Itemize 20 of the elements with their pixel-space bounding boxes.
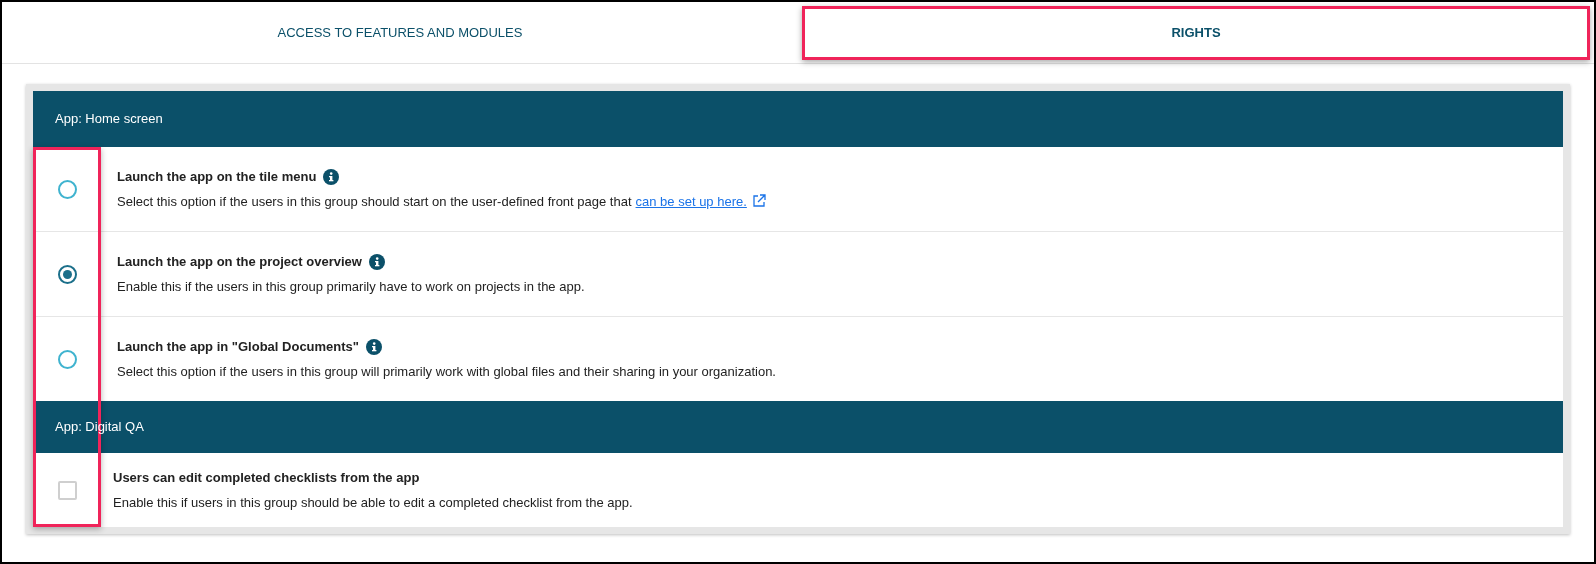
option-title: Launch the app on the project overview [117,253,362,271]
radio-button[interactable] [57,179,77,199]
option-title: Launch the app in "Global Documents" [117,338,359,356]
checkbox[interactable] [57,480,77,500]
info-icon[interactable] [368,253,385,270]
option-description: Select this option if the users in this group will primarily work with global files and their sharing in your organization. [117,362,776,381]
option-description: Enable this if the users in this group primarily have to work on projects in the app. [117,277,585,296]
option-title: Launch the app on the tile menu [117,168,317,186]
tab[interactable]: ACCESS TO FEATURES AND MODULES [6,5,794,60]
section-title: App: Home screen [55,110,163,129]
option-description: Enable this if users in this group should be able to edit a completed checklist from the app. [113,493,633,512]
tab[interactable]: RIGHTS [802,5,1590,60]
info-icon[interactable] [366,338,382,355]
external-link-icon[interactable] [751,194,766,209]
option-description: Select this option if the users in this group should start on the user-defined front page that [117,192,632,211]
setup-link[interactable]: can be set up here. [635,191,747,211]
option-title: Users can edit completed checklists from the app [113,469,420,487]
info-icon[interactable] [323,168,340,185]
radio-button[interactable] [57,349,77,369]
radio-button[interactable] [57,264,77,284]
